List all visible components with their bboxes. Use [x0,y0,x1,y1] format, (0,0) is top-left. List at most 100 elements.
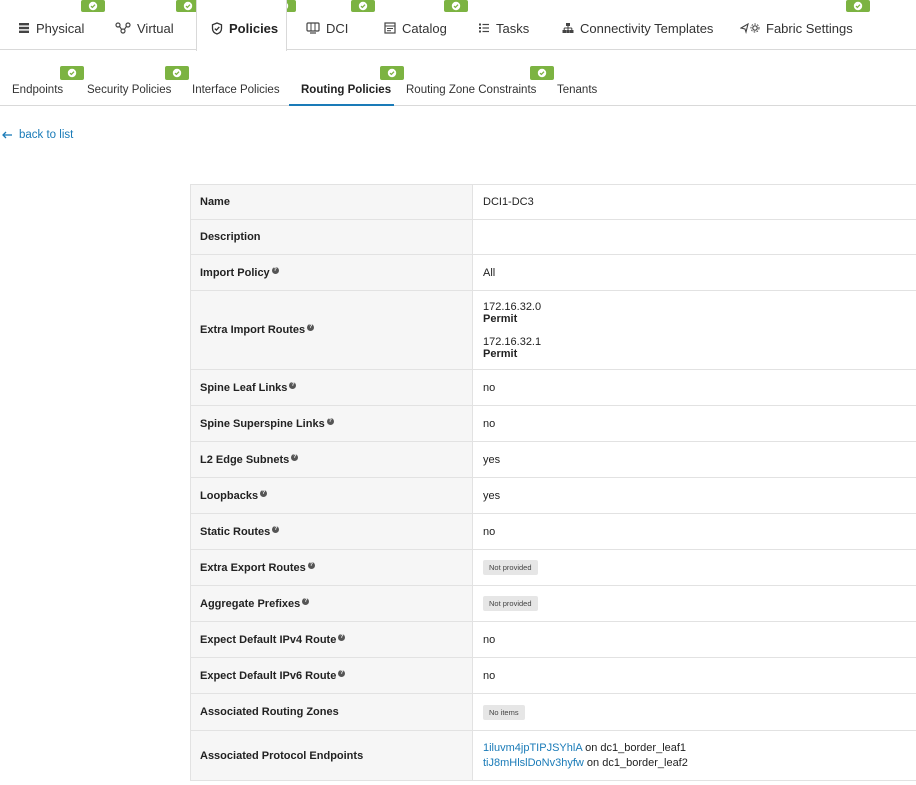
server-icon [18,22,30,34]
top-nav: Physical Virtual Policies DCI Catalog Ta… [0,0,916,51]
row-expect-ipv4: Expect Default IPv4 Route? no [190,621,916,658]
tab-connectivity-templates[interactable]: Connectivity Templates [562,0,713,50]
help-icon[interactable]: ? [271,266,279,274]
protocol-endpoint-link[interactable]: 1iluvm4jpTIPJSYhlA [483,742,582,754]
tab-fabric-settings[interactable]: Fabric Settings [740,0,853,50]
spine-superspine-links-value: no [472,405,916,442]
help-icon[interactable]: ? [307,324,315,332]
import-route: 172.16.32.0 Permit [483,301,910,325]
row-import-policy: Import Policy? All [190,254,916,291]
field-label-cell: Spine Superspine Links? [190,405,473,442]
network-nodes-icon [115,22,131,34]
tab-catalog[interactable]: Catalog [384,0,447,50]
subtab-routing-zone-constraints[interactable]: Routing Zone Constraints [406,84,536,106]
device-name: dc1_border_leaf1 [600,741,687,754]
field-label: L2 Edge Subnets [200,453,290,466]
extra-export-routes-value-cell: Not provided [472,549,916,586]
routing-policy-details: Name DCI1-DC3 Description Import Policy?… [190,184,916,781]
help-icon[interactable]: ? [307,561,315,569]
help-icon[interactable]: ? [326,417,334,425]
check-icon [530,66,554,80]
globe-icon [306,22,320,34]
l2-edge-subnets-value: yes [472,441,916,478]
field-label: Extra Export Routes [200,561,306,574]
field-label: Associated Protocol Endpoints [190,730,473,781]
not-provided-badge: Not provided [483,596,538,611]
list-item: 1iluvm4jpTIPJSYhlA on dc1_border_leaf1 [483,741,910,756]
row-extra-import-routes: Extra Import Routes? 172.16.32.0 Permit … [190,290,916,370]
tab-tasks[interactable]: Tasks [478,0,529,50]
check-icon [60,66,84,80]
field-label: Spine Leaf Links [200,381,288,394]
help-icon[interactable]: ? [291,453,299,461]
row-description: Description [190,219,916,255]
field-label-cell: Extra Export Routes? [190,549,473,586]
row-name: Name DCI1-DC3 [190,184,916,220]
settings-icon [740,22,760,34]
help-icon[interactable]: ? [338,669,346,677]
tab-label: Connectivity Templates [580,20,714,36]
row-spine-leaf-links: Spine Leaf Links? no [190,369,916,406]
field-label-cell: Aggregate Prefixes? [190,585,473,622]
help-icon[interactable]: ? [302,597,310,605]
no-items-badge: No items [483,704,525,720]
list-item: tiJ8mHlslDoNv3hyfw on dc1_border_leaf2 [483,756,910,771]
field-label: Description [190,219,473,255]
import-policy-value: All [472,254,916,291]
route-prefix: 172.16.32.0 [483,300,542,313]
expect-ipv4-value: no [472,621,916,658]
field-label: Aggregate Prefixes [200,597,301,610]
spine-leaf-links-value: no [472,369,916,406]
row-associated-protocol-endpoints: Associated Protocol Endpoints 1iluvm4jpT… [190,730,916,781]
check-icon [351,0,375,12]
back-link-label: back to list [19,129,74,141]
field-label-cell: Expect Default IPv4 Route? [190,621,473,658]
field-label-cell: Static Routes? [190,513,473,550]
shield-icon [211,22,223,35]
subtab-security-policies[interactable]: Security Policies [87,84,171,106]
subtab-routing-policies[interactable]: Routing Policies [301,84,391,106]
extra-import-routes-value: 172.16.32.0 Permit 172.16.32.1 Permit [472,290,916,370]
tab-label: Tasks [496,20,530,36]
help-icon[interactable]: ? [289,381,297,389]
check-icon [846,0,870,12]
import-route: 172.16.32.1 Permit [483,336,910,360]
route-action: Permit [483,312,518,325]
active-subtab-indicator [289,104,394,106]
field-label: Loopbacks [200,489,259,502]
row-expect-ipv6: Expect Default IPv6 Route? no [190,657,916,694]
catalog-icon [384,22,396,34]
device-name: dc1_border_leaf2 [602,756,688,769]
tab-dci[interactable]: DCI [306,0,348,50]
back-to-list-link[interactable]: back to list [2,129,73,141]
row-extra-export-routes: Extra Export Routes? Not provided [190,549,916,586]
help-icon[interactable]: ? [260,489,268,497]
subtab-tenants[interactable]: Tenants [557,84,597,106]
arrow-left-icon [2,131,12,139]
field-label: Associated Routing Zones [190,693,473,731]
tab-label: Fabric Settings [766,20,853,36]
field-label-cell: Extra Import Routes? [190,290,473,370]
field-label: Name [190,184,473,220]
tab-label: Catalog [402,20,447,36]
protocol-endpoint-link[interactable]: tiJ8mHlslDoNv3hyfw [483,757,584,769]
tab-policies[interactable]: Policies [196,0,287,51]
subtab-endpoints[interactable]: Endpoints [12,84,63,106]
not-provided-badge: Not provided [483,560,538,575]
field-label: Static Routes [200,525,271,538]
tab-label: Policies [229,21,279,36]
field-label: Spine Superspine Links [200,417,325,430]
route-prefix: 172.16.32.1 [483,335,542,348]
field-label-cell: Expect Default IPv6 Route? [190,657,473,694]
field-label-cell: Spine Leaf Links? [190,369,473,406]
help-icon[interactable]: ? [272,525,280,533]
field-label-cell: Import Policy? [190,254,473,291]
subtab-interface-policies[interactable]: Interface Policies [192,84,280,106]
tab-physical[interactable]: Physical [18,0,84,50]
aggregate-prefixes-value-cell: Not provided [472,585,916,622]
row-associated-routing-zones: Associated Routing Zones No items [190,693,916,731]
help-icon[interactable]: ? [338,633,346,641]
check-icon [165,66,189,80]
field-label: Expect Default IPv4 Route [200,633,337,646]
tab-virtual[interactable]: Virtual [115,0,174,50]
